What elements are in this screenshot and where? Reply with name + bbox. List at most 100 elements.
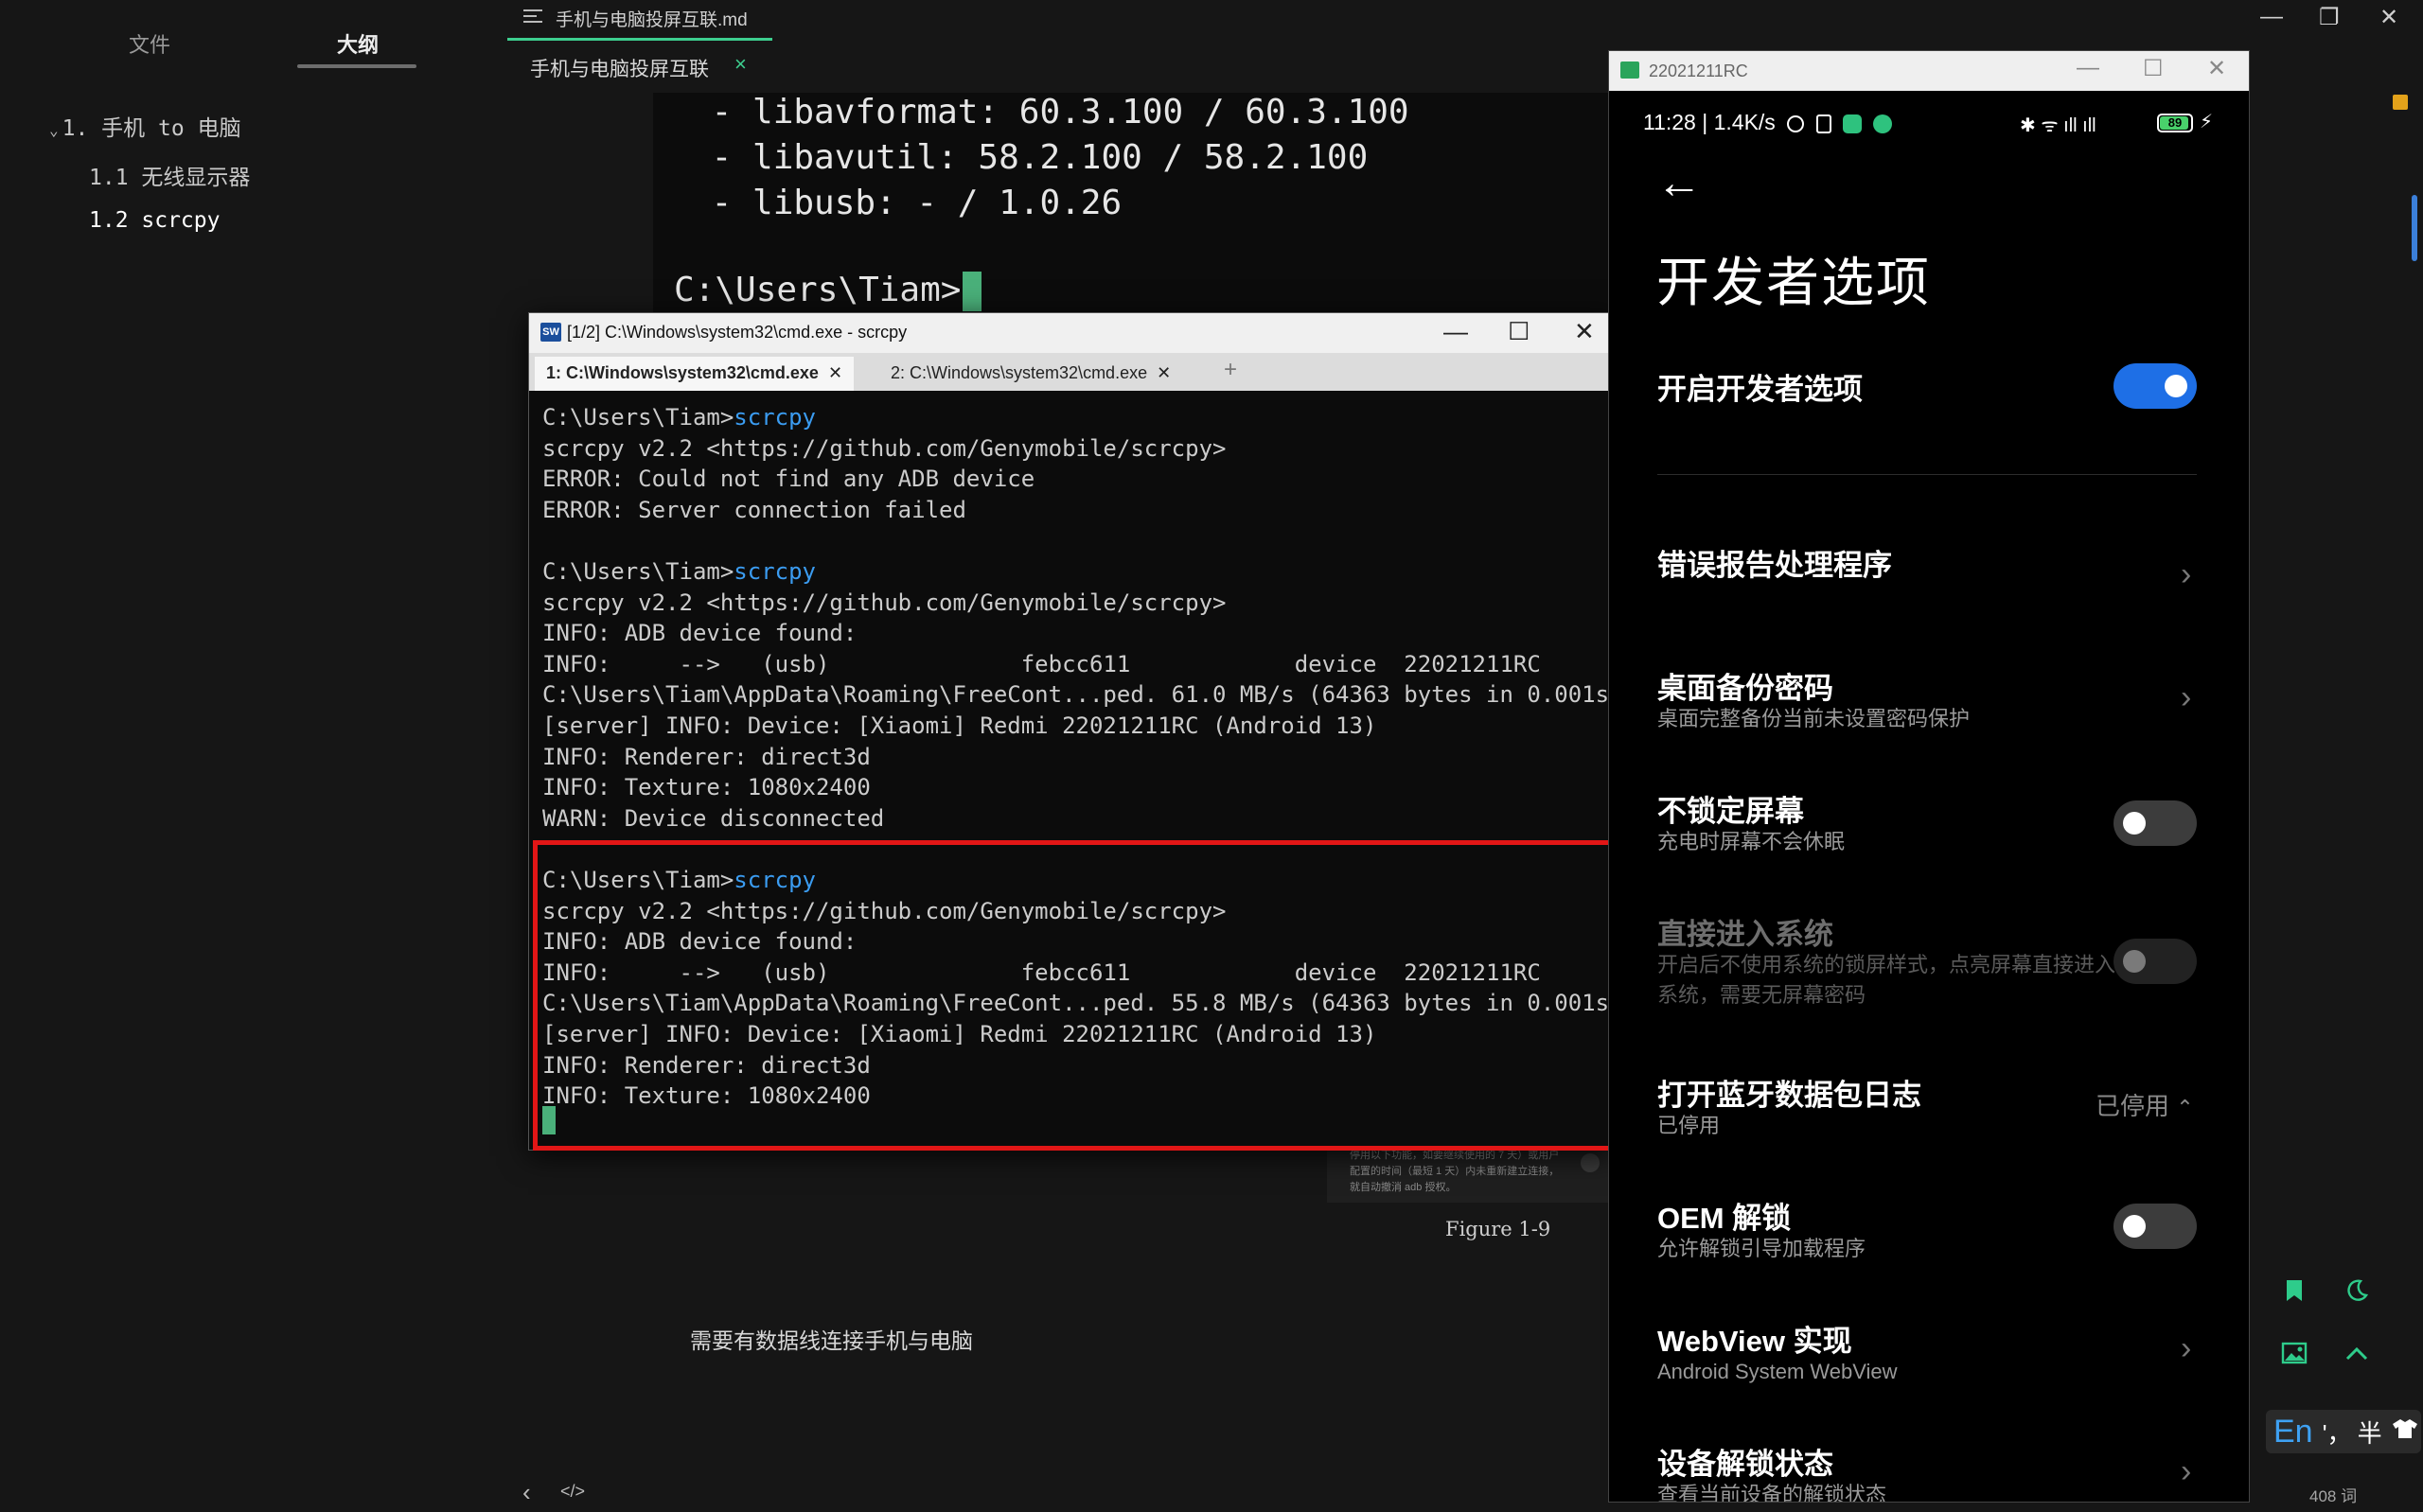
cmd-title-bar[interactable]: SW [1/2] C:\Windows\system32\cmd.exe - s… — [529, 313, 1614, 353]
setting-unlock-status-title[interactable]: 设备解锁状态 — [1657, 1440, 1833, 1483]
outline-item-1-2[interactable]: 1.2 scrcpy — [89, 208, 220, 233]
chevron-right-icon[interactable]: › — [2181, 679, 2191, 716]
terminal-cursor — [542, 1106, 556, 1134]
outline-toggle-icon[interactable] — [523, 9, 542, 23]
phone-maximize-button[interactable]: ☐ — [2143, 55, 2164, 82]
setting-backup-password-title[interactable]: 桌面备份密码 — [1657, 664, 1833, 707]
cmd-tab-label: 2: C:\Windows\system32\cmd.exe — [891, 363, 1148, 382]
figure-caption: Figure 1-9 — [1445, 1218, 1551, 1240]
terminal-line: scrcpy v2.2 <https://github.com/Genymobi… — [542, 434, 1227, 462]
source-code-icon[interactable]: </> — [560, 1482, 585, 1502]
nfc-icon — [1815, 114, 1831, 133]
signal-icon: ✱ ᯤ ıll ıll — [2020, 115, 2096, 136]
chevron-right-icon[interactable]: › — [2181, 1330, 2191, 1367]
prompt-text: C:\Users\Tiam> — [542, 404, 734, 431]
terminal-line: INFO: Renderer: direct3d — [542, 1051, 871, 1079]
back-arrow-icon[interactable]: ← — [1656, 157, 1702, 209]
terminal-line: INFO: Texture: 1080x2400 — [542, 1082, 871, 1110]
battery-level: 89 — [2167, 115, 2183, 130]
setting-backup-password-subtitle: 桌面完整备份当前未设置密码保护 — [1657, 707, 1971, 730]
terminal-line: INFO: Renderer: direct3d — [542, 743, 871, 770]
file-title: 手机与电脑投屏互联.md — [556, 10, 748, 30]
cmd-tab-label: 1: C:\Windows\system32\cmd.exe — [546, 363, 819, 382]
ime-language: En — [2273, 1413, 2313, 1450]
prompt-text: C:\Users\Tiam> — [542, 558, 734, 585]
shield-icon — [1842, 114, 1862, 133]
setting-webview-subtitle: Android System WebView — [1657, 1360, 1898, 1383]
setting-bt-hci-log-title[interactable]: 打开蓝牙数据包日志 — [1657, 1071, 1921, 1114]
cmd-minimize-button[interactable]: — — [1443, 317, 1468, 346]
editor-close-button[interactable]: ✕ — [2379, 4, 2398, 31]
command-text: scrcpy — [734, 867, 816, 893]
setting-developer-options-title[interactable]: 开启开发者选项 — [1657, 365, 1863, 408]
terminal-line: C:\Users\Tiam\AppData\Roaming\FreeCont..… — [542, 990, 1623, 1017]
terminal-line: [server] INFO: Device: [Xiaomi] Redmi 22… — [542, 1021, 1377, 1047]
outline-item-1[interactable]: ⌄ 1. 手机 to 电脑 — [49, 110, 241, 142]
close-icon[interactable]: ✕ — [828, 363, 842, 382]
setting-stay-awake-title[interactable]: 不锁定屏幕 — [1657, 787, 1804, 830]
bt-hci-log-select[interactable]: 已停用 ⌃ — [2096, 1087, 2194, 1122]
cmd-window[interactable]: SW [1/2] C:\Windows\system32\cmd.exe - s… — [528, 312, 1623, 1151]
phone-minimize-button[interactable]: — — [2077, 55, 2099, 81]
terminal-line: ERROR: Server connection failed — [542, 496, 966, 523]
terminal-line: INFO: ADB device found: — [542, 620, 858, 647]
command-text: scrcpy — [734, 558, 816, 585]
terminal-prompt-line: C:\Users\Tiam>scrcpy — [542, 558, 816, 585]
terminal-app-icon: SW — [540, 323, 561, 342]
bookmark-icon[interactable] — [2275, 1272, 2313, 1310]
cmd-tab-1[interactable]: 1: C:\Windows\system32\cmd.exe ✕ — [535, 357, 855, 391]
chevron-left-icon[interactable]: ‹ — [522, 1478, 531, 1507]
chevron-down-icon[interactable]: ⌄ — [49, 121, 59, 139]
close-icon[interactable]: ✕ — [1157, 363, 1171, 382]
moon-icon[interactable] — [2338, 1272, 2376, 1310]
setting-bug-report-title[interactable]: 错误报告处理程序 — [1657, 541, 1892, 584]
image-icon[interactable] — [2275, 1334, 2313, 1372]
cmd-maximize-button[interactable]: ☐ — [1508, 317, 1530, 346]
status-time: 11:28 | 1.4K/s — [1643, 110, 1776, 134]
cmd-close-button[interactable]: ✕ — [1574, 317, 1595, 346]
new-tab-button[interactable]: + — [1224, 357, 1237, 383]
cmd-tab-2[interactable]: 2: C:\Windows\system32\cmd.exe ✕ — [879, 357, 1182, 391]
page-title: 开发者选项 — [1656, 253, 1931, 312]
terminal-line: [server] INFO: Device: [Xiaomi] Redmi 22… — [542, 712, 1377, 739]
editor-restore-button[interactable]: ❐ — [2319, 4, 2340, 31]
chevron-up-icon[interactable] — [2338, 1334, 2376, 1372]
outline-item-1-1[interactable]: 1.1 无线显示器 — [89, 159, 250, 191]
ime-indicator[interactable]: En '， 半 — [2266, 1410, 2421, 1453]
setting-direct-boot-subtitle: 开启后不使用系统的锁屏样式，点亮屏幕直接进入系统，需要无屏幕密码 — [1657, 953, 2116, 1007]
alarm-icon — [1787, 114, 1805, 132]
code-block: - libavformat: 60.3.100 / 60.3.100 - lib… — [653, 93, 1609, 312]
phone-mirror-window[interactable]: 22021211RC — ☐ ✕ 11:28 | 1.4K/s ✱ ᯤ ıll … — [1608, 50, 2250, 1503]
setting-direct-boot-title: 直接进入系统 — [1657, 918, 1833, 951]
sidebar-tab-files[interactable]: 文件 — [129, 28, 170, 59]
shirt-icon — [2392, 1417, 2418, 1447]
prompt-text: C:\Users\Tiam> — [674, 271, 962, 309]
terminal-prompt-line: C:\Users\Tiam>scrcpy — [542, 867, 816, 893]
phone-title-bar[interactable]: 22021211RC — ☐ ✕ — [1609, 51, 2249, 91]
editor-scrollbar[interactable] — [2412, 195, 2417, 261]
code-line: - libusb: - / 1.0.26 — [691, 184, 1123, 222]
chevron-right-icon[interactable]: › — [2181, 556, 2191, 593]
setting-oem-unlock-title[interactable]: OEM 解锁 — [1657, 1194, 1791, 1237]
developer-options-toggle[interactable] — [2113, 363, 2197, 409]
setting-webview-title[interactable]: WebView 实现 — [1657, 1317, 1852, 1360]
editor-minimize-button[interactable]: — — [2260, 4, 2283, 30]
document-tab[interactable]: 手机与电脑投屏互联 × — [507, 38, 772, 83]
terminal-cursor — [963, 272, 982, 311]
oem-unlock-toggle[interactable] — [2113, 1204, 2197, 1249]
phone-window-title: 22021211RC — [1649, 62, 1748, 80]
ime-punctuation: '， — [2322, 1418, 2352, 1448]
close-icon[interactable]: × — [734, 52, 747, 77]
terminal-line: INFO: Texture: 1080x2400 — [542, 774, 871, 801]
code-line-prompt: C:\Users\Tiam> — [674, 271, 982, 311]
setting-unlock-status-subtitle: 查看当前设备的解锁状态 — [1657, 1483, 1887, 1503]
stay-awake-toggle[interactable] — [2113, 800, 2197, 846]
sidebar-tab-outline[interactable]: 大纲 — [337, 28, 379, 59]
code-line: - libavformat: 60.3.100 / 60.3.100 — [691, 93, 1409, 132]
chevron-right-icon[interactable]: › — [2181, 1453, 2191, 1490]
outline-item-label: 1. 手机 to 电脑 — [62, 116, 241, 141]
status-bar-left: 11:28 | 1.4K/s — [1643, 110, 1893, 135]
word-count: 408 词 — [2309, 1487, 2358, 1505]
phone-close-button[interactable]: ✕ — [2207, 55, 2226, 82]
command-text: scrcpy — [734, 404, 816, 431]
